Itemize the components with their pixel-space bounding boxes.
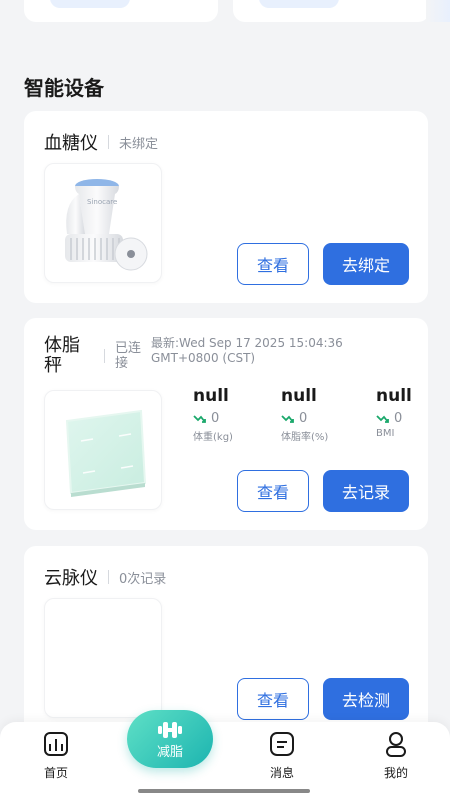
top-cards-remnant	[24, 0, 450, 22]
user-icon	[366, 728, 426, 760]
stat-label: 体脂率(%)	[281, 432, 329, 443]
dumbbell-icon	[158, 721, 182, 738]
tab-messages[interactable]: 消息	[252, 728, 312, 781]
latest-record-time: 最新:Wed Sep 17 2025 15:04:36 GMT+0800 (CS…	[151, 336, 343, 365]
trend-down-icon	[376, 414, 389, 423]
glucose-meter-image: Sinocare	[44, 163, 162, 283]
card-header: 血糖仪 未绑定	[44, 129, 158, 155]
device-name: 体脂秤	[44, 335, 80, 376]
tab-label: 消息	[269, 766, 294, 780]
top-card-pill	[259, 0, 339, 8]
divider	[108, 570, 109, 584]
body-scale-image	[44, 390, 162, 510]
home-icon	[26, 728, 86, 760]
stat-delta: 0	[376, 411, 420, 426]
stat-value: null	[193, 386, 229, 406]
device-card-pulse[interactable]: 云脉仪 0次记录 查看 去检测	[24, 546, 428, 736]
home-indicator	[138, 789, 310, 793]
stat-delta: 0	[193, 411, 273, 426]
view-button[interactable]: 查看	[237, 470, 309, 512]
card-header: 云脉仪 0次记录	[44, 564, 166, 590]
tab-mine[interactable]: 我的	[366, 728, 426, 781]
device-name: 云脉仪	[44, 568, 98, 589]
device-card-scale[interactable]: 体脂秤 已连接 最新:Wed Sep 17 2025 15:04:36 GMT+…	[24, 318, 428, 530]
divider	[104, 349, 105, 363]
stat-bodyfat: null 0 体脂率(%)	[281, 386, 361, 443]
device-status: 已连接	[115, 341, 142, 371]
record-button[interactable]: 去记录	[323, 470, 409, 512]
device-card-glucose[interactable]: 血糖仪 未绑定 Sinocare 查看 去绑定	[24, 111, 428, 303]
tab-label: 减脂	[156, 744, 183, 760]
stat-bmi: null 0 BMI	[376, 386, 420, 439]
detect-button[interactable]: 去检测	[323, 678, 409, 720]
bind-button[interactable]: 去绑定	[323, 243, 409, 285]
tab-fat-loss-center[interactable]: 减脂	[127, 710, 213, 768]
top-card-right[interactable]	[233, 0, 430, 22]
tab-label: 首页	[43, 766, 68, 780]
section-title: 智能设备	[24, 76, 104, 100]
stat-value: null	[281, 386, 317, 406]
stat-label: BMI	[376, 428, 395, 439]
view-button[interactable]: 查看	[237, 243, 309, 285]
card-header: 体脂秤 已连接	[44, 336, 143, 376]
stat-delta: 0	[281, 411, 361, 426]
top-right-decoration	[426, 0, 450, 22]
trend-down-icon	[193, 414, 206, 423]
divider	[108, 135, 109, 149]
tab-label: 我的	[383, 766, 408, 780]
message-icon	[252, 728, 312, 760]
stat-weight: null 0 体重(kg)	[193, 386, 273, 443]
brand-text: Sinocare	[87, 198, 117, 206]
pulse-device-image	[44, 598, 162, 718]
trend-down-icon	[281, 414, 294, 423]
view-button[interactable]: 查看	[237, 678, 309, 720]
stat-value: null	[376, 386, 412, 406]
device-status: 0次记录	[119, 571, 167, 587]
device-status: 未绑定	[119, 136, 159, 152]
tab-home[interactable]: 首页	[26, 728, 86, 781]
device-name: 血糖仪	[44, 133, 98, 154]
top-card-left[interactable]	[24, 0, 218, 22]
stat-label: 体重(kg)	[193, 432, 233, 443]
top-card-pill	[50, 0, 130, 8]
